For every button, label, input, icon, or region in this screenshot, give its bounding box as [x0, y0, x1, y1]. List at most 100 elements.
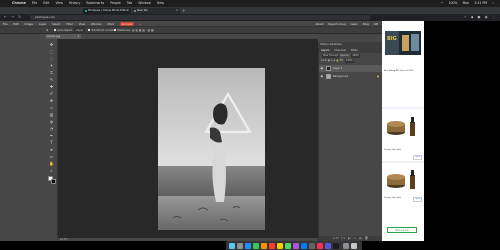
visibility-eye-icon[interactable]: ◉	[321, 65, 324, 72]
visibility-eye-icon[interactable]: ◉	[321, 73, 324, 80]
pen-icon[interactable]: ✒	[48, 132, 55, 139]
notes-icon[interactable]	[277, 242, 283, 249]
magic-wand-icon[interactable]: ✦	[48, 62, 55, 69]
distances-checkbox[interactable]: Distances	[114, 27, 130, 34]
move-tool-icon[interactable]: ✥	[46, 27, 48, 34]
profile-avatar[interactable]: ◉	[485, 15, 488, 19]
eraser-icon[interactable]: ▱	[48, 104, 55, 111]
downloads-icon[interactable]	[343, 242, 349, 249]
safari-icon[interactable]	[245, 242, 251, 249]
mac-menu-view[interactable]: View	[55, 1, 63, 5]
marquee-icon[interactable]: ⬚	[48, 48, 55, 55]
brush-icon[interactable]: ✐	[48, 90, 55, 97]
background-color-swatch[interactable]	[51, 179, 56, 184]
menu-image[interactable]: Image	[24, 22, 32, 26]
move-icon[interactable]: ✥	[48, 41, 55, 48]
tab-paths[interactable]: Paths	[351, 49, 358, 52]
finder-icon[interactable]	[229, 242, 235, 249]
skincare-ad-image[interactable]	[385, 112, 421, 142]
search-icon[interactable]: ⌕	[140, 22, 142, 26]
mac-menu-tab[interactable]: Tab	[127, 1, 132, 5]
battery-level[interactable]: 100%	[448, 1, 457, 5]
photos-icon[interactable]	[261, 242, 267, 249]
menu-more[interactable]: More	[107, 22, 114, 26]
layer-row[interactable]: ◉ Background 🔒	[319, 73, 383, 80]
app-store-icon[interactable]	[301, 242, 307, 249]
menu-window[interactable]: Window	[91, 22, 102, 26]
app-icon[interactable]	[325, 242, 331, 249]
mac-menu-history[interactable]: History	[69, 1, 80, 5]
launchpad-icon[interactable]	[237, 242, 243, 249]
fill-input[interactable]: 100%	[345, 59, 354, 63]
auto-select-checkbox[interactable]: Auto-Select	[54, 27, 72, 34]
zoom-icon[interactable]: ⌕	[48, 167, 55, 174]
align-buttons-icon[interactable]: ▤▥▦▧ ▨▩	[132, 27, 155, 34]
mac-menu-edit[interactable]: Edit	[43, 1, 49, 5]
menu-file[interactable]: File	[3, 22, 8, 26]
messages-icon[interactable]	[253, 242, 259, 249]
tab-layers[interactable]: Layers	[321, 49, 329, 52]
extension-icon[interactable]: ◆	[471, 15, 474, 19]
skincare-ad-image[interactable]	[385, 165, 421, 195]
calendar-icon[interactable]	[269, 242, 275, 249]
layer-row[interactable]: ◉ Layer 1	[319, 65, 383, 72]
blur-icon[interactable]: ◍	[48, 118, 55, 125]
clock-day[interactable]: Mon	[463, 1, 470, 5]
lock-icons[interactable]: ▦ ✎ ✥ 🔒	[328, 59, 339, 62]
mac-menu-file[interactable]: File	[32, 1, 37, 5]
path-select-icon[interactable]: ➤	[48, 146, 55, 153]
document-canvas[interactable]	[158, 68, 265, 230]
shape-icon[interactable]: ▭	[48, 153, 55, 160]
opacity-input[interactable]: 100%	[351, 54, 360, 58]
menu-api[interactable]: API	[374, 22, 378, 26]
menu-about[interactable]: About	[315, 22, 323, 26]
mac-menu-chrome[interactable]: Chrome	[12, 1, 26, 5]
layer-action-icons[interactable]: eff fx ◐ ▭ ▤ 🗑	[333, 236, 369, 240]
remove-ads-button[interactable]: Remove Ads	[387, 227, 417, 233]
settings-icon[interactable]	[309, 242, 315, 249]
layer-select[interactable]: Layer	[74, 27, 86, 34]
menu-report-bug[interactable]: Report a bug	[328, 22, 345, 26]
chrome-icon[interactable]	[285, 242, 291, 249]
browser-menu-icon[interactable]: ⋮	[492, 15, 495, 19]
healing-icon[interactable]: ✚	[48, 83, 55, 90]
mac-menu-bookmarks[interactable]: Bookmarks	[86, 1, 104, 5]
menu-blog[interactable]: Blog	[363, 22, 369, 26]
new-tab-button[interactable]: +	[182, 7, 185, 14]
mac-menu-people[interactable]: People	[110, 1, 121, 5]
ad-open-button[interactable]: Open	[413, 155, 422, 160]
app-icon[interactable]	[333, 242, 339, 249]
canvas-workspace[interactable]	[58, 39, 318, 238]
mac-menu-help[interactable]: Help	[157, 1, 164, 5]
reload-icon[interactable]: ↻	[18, 15, 21, 19]
menu-view[interactable]: View	[79, 22, 85, 26]
menu-learn[interactable]: Learn	[351, 22, 359, 26]
wifi-icon[interactable]: ◠	[441, 1, 444, 5]
eyedropper-icon[interactable]: ✎	[48, 76, 55, 83]
menu-filter[interactable]: Filter	[66, 22, 73, 26]
hand-icon[interactable]: ✋	[48, 160, 55, 167]
trash-icon[interactable]	[351, 242, 357, 249]
menu-edit[interactable]: Edit	[13, 22, 18, 26]
tab-channels[interactable]: Channels	[334, 49, 346, 52]
mac-menu-window[interactable]: Window	[138, 1, 151, 5]
app-icon[interactable]	[317, 242, 323, 249]
type-icon[interactable]: T	[48, 139, 55, 146]
search-icon[interactable]: ⌕	[492, 1, 494, 5]
address-bar[interactable]: photopea.com	[30, 15, 370, 20]
extension-icon[interactable]: ●	[478, 15, 481, 19]
clone-icon[interactable]: ⎈	[48, 97, 55, 104]
forward-icon[interactable]: →	[11, 15, 14, 19]
ad-open-button[interactable]: Open	[413, 197, 422, 202]
clock-time[interactable]: 2:41 PM	[474, 1, 487, 5]
menu-account[interactable]: Account	[120, 22, 134, 26]
menu-select[interactable]: Select	[52, 22, 60, 26]
dodge-icon[interactable]: ◔	[48, 125, 55, 132]
music-icon[interactable]	[293, 242, 299, 249]
transform-controls-checkbox[interactable]: Transform controls	[88, 27, 115, 34]
menu-layer[interactable]: Layer	[39, 22, 47, 26]
blend-mode-select[interactable]: Pass Through	[322, 54, 340, 58]
gradient-icon[interactable]: ▥	[48, 111, 55, 118]
lasso-icon[interactable]: ◌	[48, 55, 55, 62]
ad-banner-image[interactable]: BIG	[385, 31, 421, 55]
